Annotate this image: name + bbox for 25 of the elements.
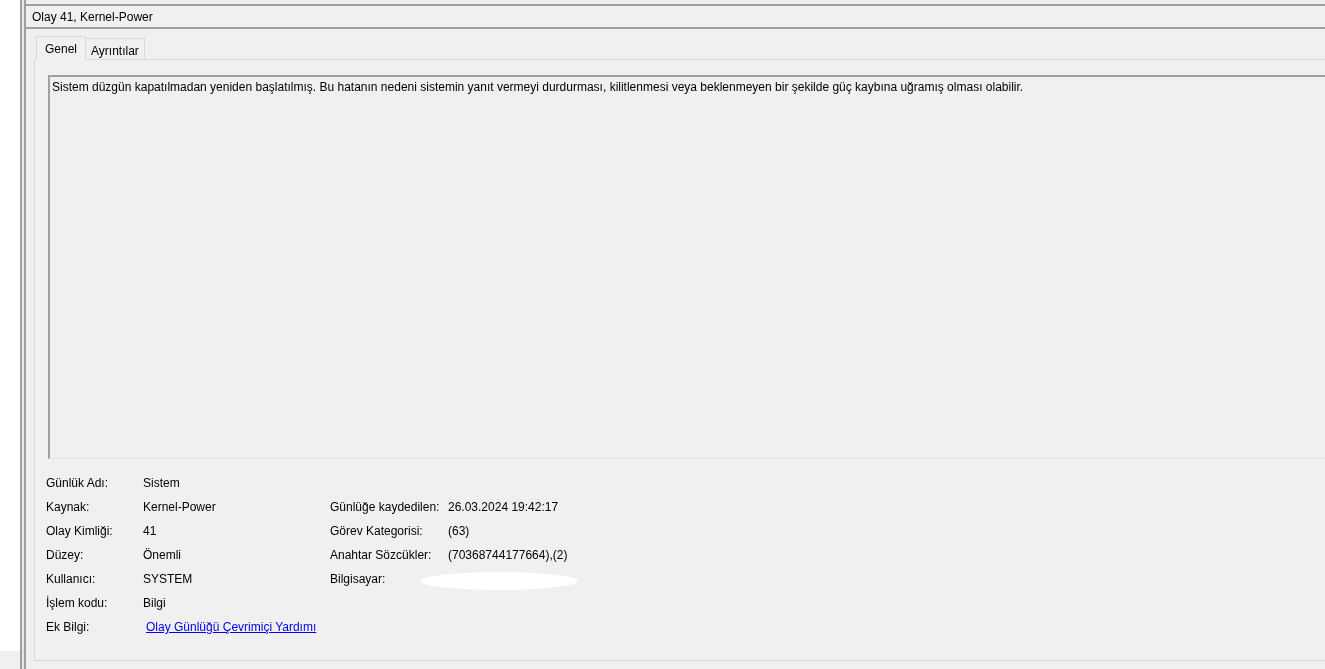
property-label: Görev Kategorisi: — [330, 523, 424, 540]
property-label: Kaynak: — [46, 499, 91, 516]
property-value: Kernel-Power — [143, 499, 216, 516]
property-value: 26.03.2024 19:42:17 — [448, 499, 559, 516]
property-value: SYSTEM — [143, 571, 193, 588]
property-label: Olay Kimliği: — [46, 523, 114, 540]
window-title: Olay 41, Kernel-Power — [32, 8, 153, 26]
event-description: Sistem düzgün kapatılmadan yeniden başlatılmış. Bu hatanın nedeni sistemin yanıt vermeyi durdurması, kilitlenmesi veya beklenmeyen bir şekilde güç kaybına uğramış olması olabilir. — [52, 80, 1024, 94]
property-label: Anahtar Sözcükler: — [330, 547, 433, 564]
tab[interactable]: Ayrıntılar — [86, 38, 145, 59]
property-label: Ek Bilgi: — [46, 619, 91, 636]
property-value: Sistem — [143, 475, 180, 492]
property-label: İşlem kodu: — [46, 595, 109, 612]
property-value: (70368744177664),(2) — [448, 547, 568, 564]
property-label: Düzey: — [46, 547, 85, 564]
property-value: 41 — [143, 523, 157, 540]
property-value: Önemli — [143, 547, 181, 564]
property-label: Kullanıcı: — [46, 571, 97, 588]
property-label: Günlüğe kaydedilen: — [330, 499, 441, 516]
property-label: Günlük Adı: — [46, 475, 110, 492]
help-link[interactable]: Olay Günlüğü Çevrimiçi Yardımı — [146, 618, 317, 636]
property-value: Bilgi — [143, 595, 166, 612]
property-label: Bilgisayar: — [330, 571, 387, 588]
property-value: (63) — [448, 523, 470, 540]
tab[interactable]: Genel — [36, 36, 87, 60]
